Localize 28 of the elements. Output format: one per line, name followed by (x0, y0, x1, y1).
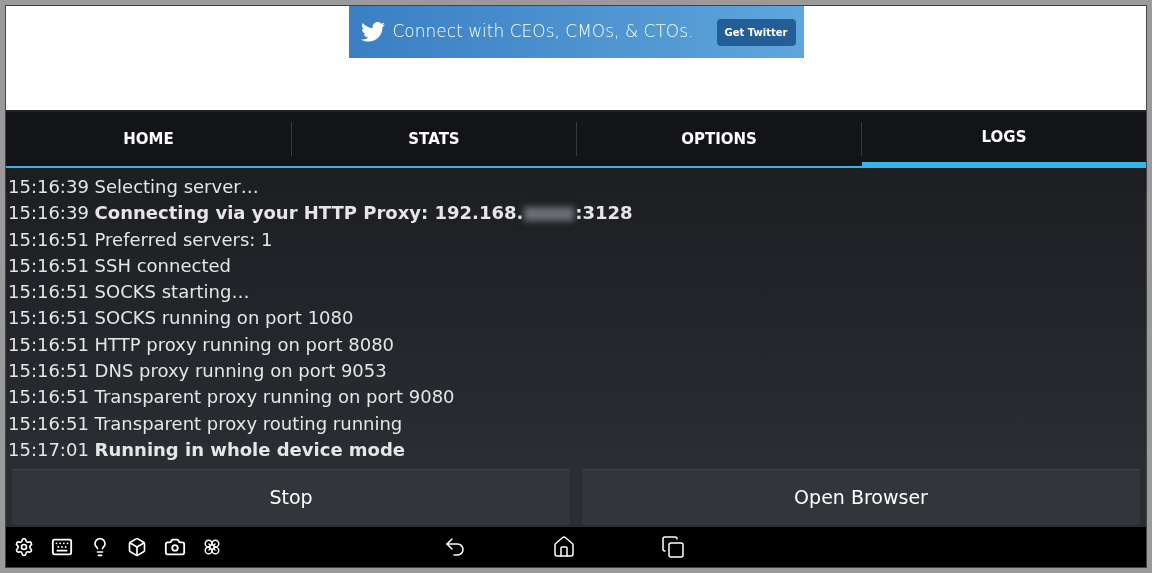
action-button[interactable]: Stop (12, 469, 570, 525)
camera-icon[interactable] (164, 536, 186, 558)
tab[interactable]: STATS (292, 112, 576, 166)
tab[interactable]: HOME (6, 112, 291, 166)
log-line: 15:16:51 DNS proxy running on port 9053 (8, 359, 388, 384)
back-icon[interactable] (443, 535, 467, 559)
log-line: 15:16:51 Preferred servers: 1 (8, 227, 274, 252)
log-line: 15:16:51 Transparent proxy routing running (8, 411, 404, 436)
flower-icon[interactable] (203, 538, 221, 556)
log-line: 15:17:01 Running in whole device mode (8, 437, 407, 462)
ad-text: Connect with CEOs, CMOs, & CTOs. (392, 20, 694, 44)
action-button[interactable]: Open Browser (582, 469, 1140, 525)
log-line: 15:16:51 SOCKS running on port 1080 (8, 306, 355, 331)
log-line: 15:16:39 Connecting via your HTTP Proxy: 192.168. :3128 (8, 201, 634, 226)
log-line: 15:16:51 SSH connected (8, 253, 232, 278)
box-icon[interactable] (127, 537, 147, 557)
log-line: 15:16:51 SOCKS starting… (8, 280, 251, 305)
recent-apps-icon[interactable] (661, 535, 685, 559)
settings-icon[interactable] (14, 537, 34, 557)
log-line: 15:16:51 Transparent proxy running on port 9080 (8, 385, 456, 410)
ad-banner[interactable]: Connect with CEOs, CMOs, & CTOs. Get Twitter (348, 6, 804, 58)
log-line: 15:16:51 HTTP proxy running on port 8080 (8, 332, 396, 357)
get-twitter-button[interactable]: Get Twitter (716, 18, 796, 46)
log-line: 15:16:39 Selecting server… (8, 175, 260, 199)
tab[interactable]: OPTIONS (577, 112, 861, 166)
home-icon[interactable] (552, 535, 576, 559)
keyboard-icon[interactable] (51, 536, 73, 558)
bird-icon (360, 22, 385, 42)
